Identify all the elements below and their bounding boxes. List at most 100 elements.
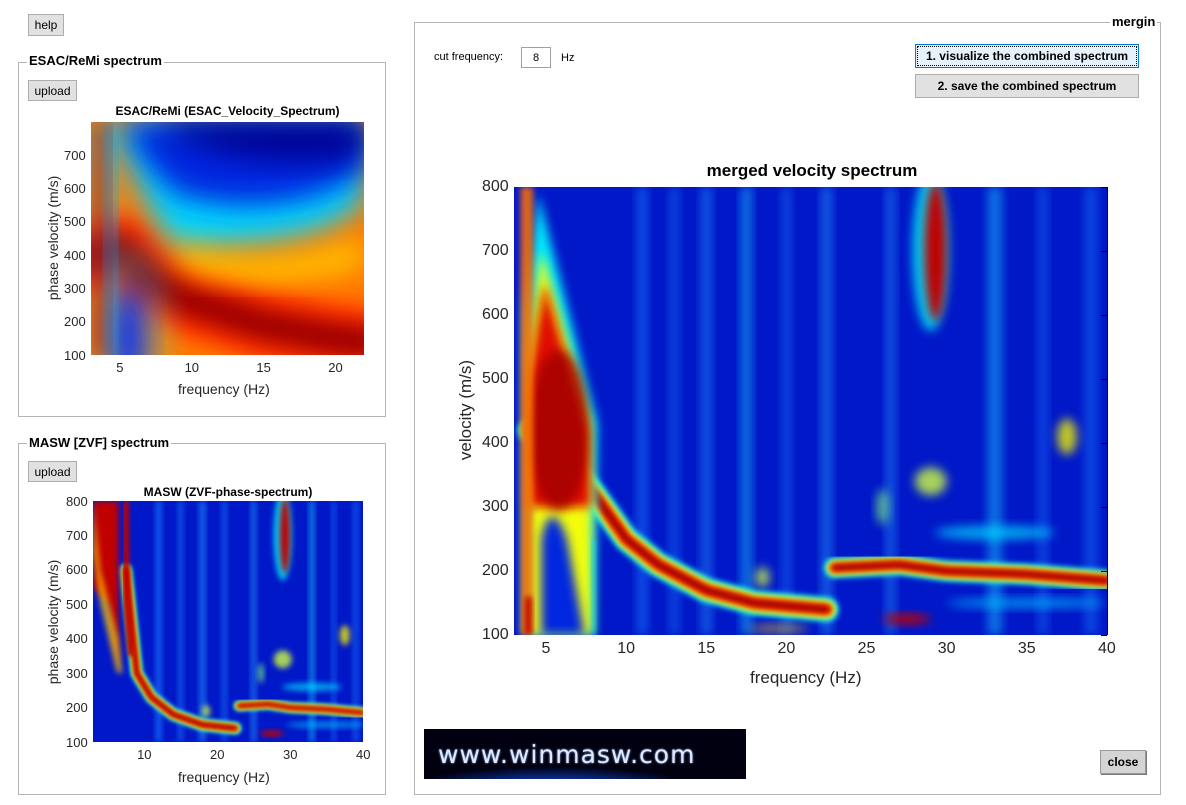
merged-xtick-label: 5 — [541, 640, 551, 657]
merged-energy-blob — [755, 567, 770, 588]
merged-right-tick — [1101, 635, 1107, 636]
merged-right-tick — [1101, 443, 1107, 444]
merged-esac-region-core — [528, 350, 589, 511]
masw-ytick-label: 700 — [66, 527, 88, 543]
esac-ytick-label: 300 — [64, 280, 86, 296]
esac-heatmap — [91, 122, 364, 355]
merged-energy-blob — [924, 187, 947, 321]
masw-xlabel: frequency (Hz) — [178, 769, 270, 785]
logo-text: www.winmasw.com — [438, 739, 696, 769]
esac-chart-title: ESAC/ReMi (ESAC_Velocity_Spectrum) — [115, 104, 340, 118]
merged-energy-blob — [748, 624, 809, 633]
esac-ytick-label: 500 — [64, 214, 86, 230]
visualize-combined-spectrum-button[interactable]: 1. visualize the combined spectrum — [915, 44, 1139, 68]
masw-energy-blob — [259, 730, 284, 737]
merged-streak — [781, 187, 791, 635]
esac-xtick-label: 5 — [116, 360, 124, 375]
merged-xtick-label: 30 — [937, 640, 956, 657]
cut-frequency-input[interactable] — [521, 47, 551, 68]
masw-heatmap — [93, 501, 363, 742]
masw-streak — [221, 501, 227, 742]
masw-ytick-label: 200 — [66, 700, 88, 716]
winmasw-logo: www.winmasw.com — [424, 729, 746, 779]
merged-right-tick — [1101, 187, 1107, 188]
help-button[interactable]: help — [28, 14, 64, 36]
esac-ytick-label: 100 — [64, 347, 86, 363]
merged-heatmap — [514, 187, 1108, 635]
merged-ytick-label: 600 — [482, 306, 509, 323]
esac-xtick-label: 20 — [328, 360, 343, 375]
merged-energy-blob — [934, 525, 1055, 540]
masw-ytick-label: 600 — [66, 562, 88, 578]
merged-low-frequency-core — [525, 596, 532, 635]
merged-right-tick — [1101, 571, 1107, 572]
esac-panel-title: ESAC/ReMi spectrum — [27, 53, 164, 68]
masw-energy-blob — [339, 625, 350, 646]
esac-ytick-label: 700 — [64, 147, 86, 163]
cut-frequency-unit: Hz — [561, 52, 575, 64]
masw-panel-title: MASW [ZVF] spectrum — [27, 435, 172, 450]
merged-ytick-label: 800 — [482, 178, 509, 195]
merged-right-tick — [1101, 507, 1107, 508]
esac-ytick-label: 400 — [64, 247, 86, 263]
masw-upload-button[interactable]: upload — [28, 461, 77, 482]
merged-energy-blob — [876, 489, 889, 525]
merged-ytick-label: 500 — [482, 370, 509, 387]
merged-xtick-label: 10 — [617, 640, 635, 657]
merged-ytick-label: 300 — [482, 498, 509, 515]
merged-ytick-label: 200 — [482, 562, 509, 579]
esac-ytick-label: 600 — [64, 181, 86, 197]
merged-energy-blob — [1056, 418, 1077, 455]
merged-streak — [701, 187, 712, 635]
merged-heatmap-svg — [514, 187, 1107, 635]
masw-ytick-label: 300 — [66, 665, 88, 681]
masw-streak — [178, 501, 184, 742]
masw-xtick-label: 20 — [210, 747, 225, 762]
masw-energy-blob — [257, 663, 264, 684]
masw-energy-blob — [286, 721, 363, 728]
merged-xtick-label: 20 — [777, 640, 796, 657]
merged-right-tick — [1101, 379, 1107, 380]
esac-low-frequency-band — [95, 122, 107, 355]
masw-energy-blob — [273, 650, 292, 669]
merged-xtick-label: 35 — [1017, 640, 1036, 657]
merged-xtick-label: 15 — [697, 640, 716, 657]
merged-streak — [1084, 187, 1097, 635]
masw-ytick-label: 500 — [66, 596, 88, 612]
masw-xtick-label: 40 — [356, 747, 371, 762]
masw-ytick-label: 400 — [66, 631, 88, 647]
masw-ytick-label: 100 — [66, 734, 88, 750]
merged-ylabel: velocity (m/s) — [456, 359, 475, 461]
merged-xtick-label: 40 — [1098, 640, 1116, 657]
masw-xtick-label: 10 — [137, 747, 152, 762]
esac-xtick-label: 15 — [256, 360, 271, 375]
masw-ytick-label: 800 — [66, 493, 88, 509]
masw-energy-blob — [279, 501, 290, 574]
merged-xtick-label: 25 — [857, 640, 876, 657]
masw-energy-blob — [281, 682, 342, 691]
merged-right-tick — [1101, 315, 1107, 316]
merged-xlabel: frequency (Hz) — [750, 668, 862, 687]
merged-energy-blob — [946, 598, 1107, 608]
masw-energy-blob — [202, 705, 211, 718]
merge-panel-title: mergin — [1110, 14, 1158, 29]
masw-ylabel: phase velocity (m/s) — [45, 559, 61, 685]
esac-heatmap-svg — [91, 122, 364, 355]
esac-ylabel: phase velocity (m/s) — [45, 175, 61, 301]
esac-upload-button[interactable]: upload — [28, 80, 77, 101]
masw-heatmap-svg — [93, 501, 363, 742]
close-button[interactable]: close — [1100, 750, 1146, 774]
merged-right-tick — [1101, 251, 1107, 252]
esac-ytick-label: 200 — [64, 314, 86, 330]
merged-cut-frequency-edge — [592, 539, 596, 635]
merged-chart-title: merged velocity spectrum — [706, 161, 918, 180]
merged-energy-blob — [914, 467, 947, 496]
merged-streak — [741, 187, 752, 635]
esac-xtick-label: 10 — [184, 360, 200, 375]
masw-streak — [353, 501, 359, 742]
merged-low-frequency-band — [520, 187, 534, 635]
esac-xlabel: frequency (Hz) — [178, 381, 270, 397]
save-combined-spectrum-button[interactable]: 2. save the combined spectrum — [915, 74, 1139, 98]
masw-xtick-label: 30 — [283, 747, 298, 762]
merged-ytick-label: 400 — [482, 434, 509, 451]
